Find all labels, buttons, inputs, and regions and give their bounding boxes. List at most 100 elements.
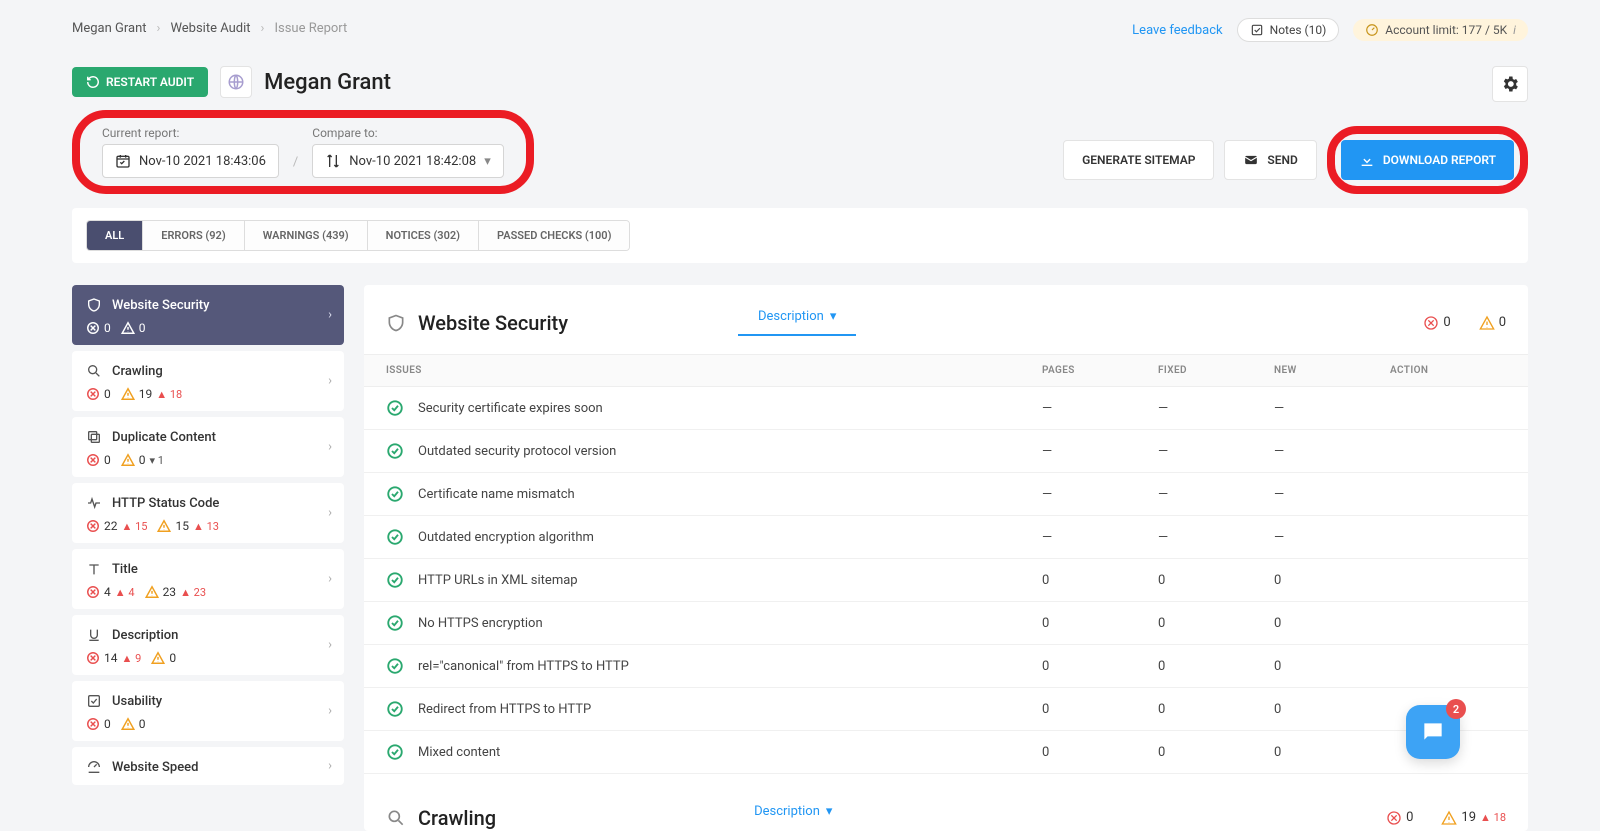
warning-icon xyxy=(121,387,135,401)
chevron-right-icon: › xyxy=(328,440,332,455)
error-count: 14 ▲ 9 xyxy=(86,651,141,665)
cell-pages: — xyxy=(1042,530,1158,545)
sidebar-item-http-status-code[interactable]: HTTP Status Code22 ▲ 1515 ▲ 13› xyxy=(72,483,344,543)
tab-errors[interactable]: ERRORS (92) xyxy=(143,221,244,250)
cell-pages: 0 xyxy=(1042,659,1158,674)
check-circle-icon xyxy=(386,657,404,675)
cell-new: — xyxy=(1274,444,1390,459)
description-tab[interactable]: Description ▾ xyxy=(754,804,832,831)
tab-notices[interactable]: NOTICES (302) xyxy=(368,221,479,250)
mail-icon xyxy=(1243,153,1259,167)
sidebar-item-duplicate-content[interactable]: Duplicate Content00 ▾ 1› xyxy=(72,417,344,477)
gauge-icon xyxy=(1365,23,1379,37)
sidebar-item-title[interactable]: Title4 ▲ 423 ▲ 23› xyxy=(72,549,344,609)
generate-sitemap-button[interactable]: GENERATE SITEMAP xyxy=(1063,140,1214,180)
sidebar-item-label: Duplicate Content xyxy=(112,430,216,445)
notes-button[interactable]: Notes (10) xyxy=(1237,18,1340,42)
chevron-right-icon: › xyxy=(328,704,332,719)
table-row[interactable]: Redirect from HTTPS to HTTP000 xyxy=(364,688,1528,731)
issue-filter-tabs: ALL ERRORS (92) WARNINGS (439) NOTICES (… xyxy=(86,220,630,251)
error-icon xyxy=(86,453,100,467)
table-row[interactable]: Outdated security protocol version——— xyxy=(364,430,1528,473)
error-icon xyxy=(1386,810,1402,826)
cell-new: 0 xyxy=(1274,702,1390,717)
speed-icon xyxy=(86,759,102,775)
chevron-down-icon: ▾ xyxy=(484,154,491,169)
cell-fixed: 0 xyxy=(1158,573,1274,588)
restart-audit-button[interactable]: RESTART AUDIT xyxy=(72,67,208,97)
error-delta: ▲ 9 xyxy=(122,652,142,665)
table-row[interactable]: Outdated encryption algorithm——— xyxy=(364,516,1528,559)
sidebar-item-website-speed[interactable]: Website Speed› xyxy=(72,747,344,785)
warning-icon xyxy=(1479,315,1495,331)
current-report-date-picker[interactable]: Nov-10 2021 18:43:06 xyxy=(102,144,279,178)
issues-table: ISSUES PAGES FIXED NEW ACTION Security c… xyxy=(364,354,1528,774)
download-report-label: DOWNLOAD REPORT xyxy=(1383,153,1496,167)
tab-warnings[interactable]: WARNINGS (439) xyxy=(245,221,368,250)
breadcrumb-current: Issue Report xyxy=(274,21,347,36)
table-row[interactable]: Mixed content000 xyxy=(364,731,1528,774)
error-icon xyxy=(86,585,100,599)
send-button[interactable]: SEND xyxy=(1224,140,1316,180)
cell-fixed: — xyxy=(1158,401,1274,416)
sidebar-item-website-security[interactable]: Website Security00› xyxy=(72,285,344,345)
search-icon xyxy=(386,808,406,828)
section-warning-count: 0 xyxy=(1479,315,1506,331)
cell-fixed: — xyxy=(1158,487,1274,502)
table-row[interactable]: No HTTPS encryption000 xyxy=(364,602,1528,645)
error-icon xyxy=(86,519,100,533)
sidebar-item-label: Website Security xyxy=(112,298,210,313)
refresh-icon xyxy=(86,75,100,89)
sidebar-item-usability[interactable]: Usability00› xyxy=(72,681,344,741)
download-report-button[interactable]: DOWNLOAD REPORT xyxy=(1341,140,1514,180)
th-issues: ISSUES xyxy=(386,365,1042,376)
error-count: 0 xyxy=(86,717,111,731)
warning-delta: ▲ 13 xyxy=(193,520,219,533)
breadcrumb-section[interactable]: Website Audit xyxy=(170,21,250,36)
table-row[interactable]: Certificate name mismatch——— xyxy=(364,473,1528,516)
warning-icon xyxy=(151,651,165,665)
issue-content-panel: Website Security Description ▾ 0 0 xyxy=(364,285,1528,831)
description-tab[interactable]: Description ▾ xyxy=(758,309,836,336)
download-icon xyxy=(1359,152,1375,168)
sidebar-item-description[interactable]: Description14 ▲ 90› xyxy=(72,615,344,675)
cell-new: 0 xyxy=(1274,573,1390,588)
error-icon xyxy=(1423,315,1439,331)
th-pages: PAGES xyxy=(1042,365,1158,376)
warning-count: 19 ▲ 18 xyxy=(121,387,182,401)
warning-count: 0 xyxy=(121,717,146,731)
tab-all[interactable]: ALL xyxy=(87,221,143,250)
current-report-label: Current report: xyxy=(102,126,279,140)
settings-button[interactable] xyxy=(1492,66,1528,102)
error-count: 4 ▲ 4 xyxy=(86,585,135,599)
issue-name: Security certificate expires soon xyxy=(418,401,603,416)
table-row[interactable]: rel="canonical" from HTTPS to HTTP000 xyxy=(364,645,1528,688)
tab-passed[interactable]: PASSED CHECKS (100) xyxy=(479,221,629,250)
compare-to-date-picker[interactable]: Nov-10 2021 18:42:08 ▾ xyxy=(312,144,503,178)
cell-pages: — xyxy=(1042,444,1158,459)
table-row[interactable]: Security certificate expires soon——— xyxy=(364,387,1528,430)
gear-icon xyxy=(1500,74,1520,94)
table-row[interactable]: HTTP URLs in XML sitemap000 xyxy=(364,559,1528,602)
cell-fixed: 0 xyxy=(1158,702,1274,717)
issue-name: Mixed content xyxy=(418,745,500,760)
check-circle-icon xyxy=(386,743,404,761)
chevron-right-icon: › xyxy=(328,638,332,653)
issue-name: HTTP URLs in XML sitemap xyxy=(418,573,578,588)
check-icon xyxy=(86,693,102,709)
date-highlight-annotation: Current report: Nov-10 2021 18:43:06 / C… xyxy=(72,110,534,194)
th-fixed: FIXED xyxy=(1158,365,1274,376)
search-icon xyxy=(86,363,102,379)
cell-pages: 0 xyxy=(1042,745,1158,760)
issue-name: Redirect from HTTPS to HTTP xyxy=(418,702,591,717)
table-header: ISSUES PAGES FIXED NEW ACTION xyxy=(364,354,1528,387)
cell-pages: — xyxy=(1042,487,1158,502)
breadcrumb-root[interactable]: Megan Grant xyxy=(72,21,147,36)
sidebar-item-crawling[interactable]: Crawling019 ▲ 18› xyxy=(72,351,344,411)
chat-button[interactable]: 2 xyxy=(1406,705,1460,759)
account-limit-pill[interactable]: Account limit: 177 / 5K i xyxy=(1353,19,1528,41)
chevron-right-icon: › xyxy=(328,374,332,389)
check-circle-icon xyxy=(386,614,404,632)
leave-feedback-link[interactable]: Leave feedback xyxy=(1132,23,1222,38)
cell-fixed: 0 xyxy=(1158,659,1274,674)
